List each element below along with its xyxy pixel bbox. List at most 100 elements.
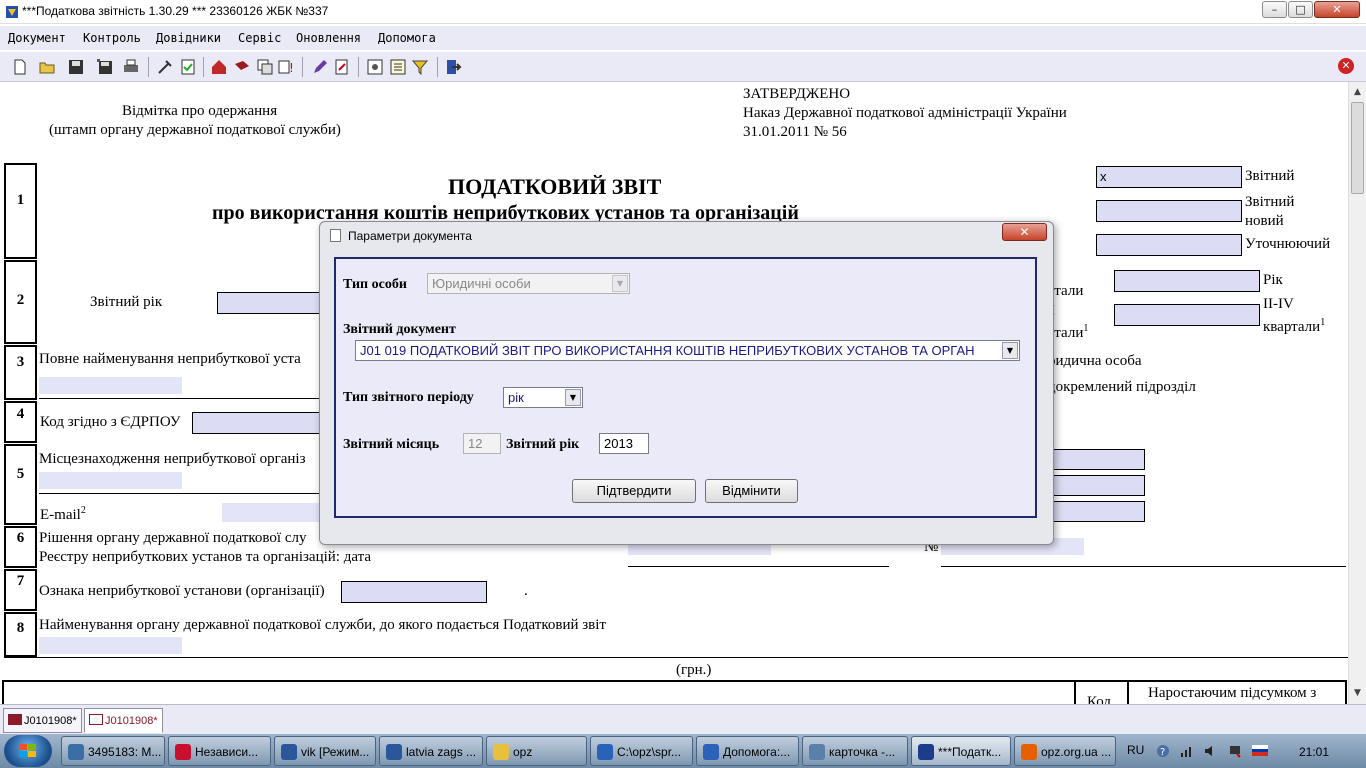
taskbar-item[interactable]: opz.org.ua ...: [1014, 736, 1116, 766]
taskbar-item[interactable]: opz: [486, 736, 587, 766]
scroll-up-icon[interactable]: ▲: [1349, 84, 1366, 101]
month-label: Звітний місяць: [343, 437, 440, 452]
month-field[interactable]: 12: [463, 433, 501, 454]
maximize-button[interactable]: □: [1288, 1, 1313, 18]
cancel-button[interactable]: Відмінити: [705, 479, 798, 503]
period-type-select[interactable]: рік ▼: [503, 387, 583, 408]
app-icon: [1021, 744, 1037, 760]
close-document-icon[interactable]: ✕: [1338, 58, 1354, 74]
save-all-icon[interactable]: [96, 58, 114, 76]
open-folder-icon[interactable]: [38, 58, 56, 76]
app-icon: [6, 6, 18, 18]
report-type-clarifying-label: Уточнюючий: [1245, 236, 1331, 252]
app-icon: [68, 744, 84, 760]
volume-icon[interactable]: [1204, 744, 1218, 758]
minimize-button[interactable]: –: [1262, 1, 1287, 18]
menu-control[interactable]: Контроль: [83, 31, 141, 45]
location-field[interactable]: [39, 472, 182, 489]
window-title-bar[interactable]: ***Податкова звітність 1.30.29 *** 23360…: [0, 0, 1366, 24]
taskbar-item-label: Допомога:...: [723, 745, 791, 759]
confirm-button[interactable]: Підтвердити: [572, 479, 696, 503]
scroll-down-icon[interactable]: ▼: [1349, 685, 1366, 702]
address-field-1[interactable]: [1052, 449, 1145, 470]
export-icon[interactable]: [333, 58, 351, 76]
person-type-label: Тип особи: [343, 277, 407, 292]
year-field[interactable]: [217, 292, 327, 314]
report-type-clarifying-field[interactable]: [1096, 234, 1242, 256]
taskbar-item[interactable]: ***Податк...: [911, 736, 1011, 766]
menu-document[interactable]: Документ: [8, 31, 66, 45]
report-doc-select[interactable]: J01 019 ПОДАТКОВИЙ ЗВІТ ПРО ВИКОРИСТАННЯ…: [355, 340, 1020, 361]
taskbar-item[interactable]: 3495183: M...: [61, 736, 165, 766]
filter-icon[interactable]: [411, 58, 429, 76]
menu-service[interactable]: Сервіс: [238, 31, 281, 45]
home-icon[interactable]: [210, 58, 228, 76]
taskbar-item[interactable]: latvia zags ...: [379, 736, 483, 766]
menu-help[interactable]: Допомога: [378, 31, 436, 45]
table-col-cumulative: Наростаючим підсумком з: [1148, 685, 1317, 701]
table-column-divider: [1074, 680, 1076, 704]
person-type-select[interactable]: Юридичні особи ▼: [427, 273, 630, 294]
divider: [39, 493, 321, 494]
doc-tab-1[interactable]: J0101908*: [3, 708, 82, 733]
start-button[interactable]: [4, 735, 52, 767]
dialog-year-field[interactable]: 2013: [599, 433, 649, 454]
alert-icon[interactable]: !: [277, 58, 295, 76]
tools-icon[interactable]: [156, 58, 174, 76]
new-doc-icon[interactable]: [11, 58, 29, 76]
report-title: ПОДАТКОВИЙ ЗВІТ: [448, 174, 662, 199]
book-icon[interactable]: [233, 58, 251, 76]
authority-field[interactable]: [39, 637, 182, 654]
taskbar-item[interactable]: Независи...: [168, 736, 271, 766]
taskbar-item-label: opz: [513, 745, 533, 759]
app-icon: [703, 744, 719, 760]
report-type-new-field[interactable]: [1096, 200, 1242, 222]
feature-label: Ознака неприбуткової установи (організац…: [39, 583, 325, 599]
close-window-button[interactable]: ✕: [1314, 1, 1360, 18]
language-indicator[interactable]: RU: [1127, 743, 1144, 757]
vertical-scrollbar[interactable]: ▲ ▼: [1348, 82, 1366, 704]
row-number-3: 3: [4, 345, 37, 400]
exit-icon[interactable]: [444, 58, 462, 76]
signal-icon[interactable]: [1180, 744, 1194, 758]
taskbar-item-label: ***Податк...: [938, 745, 1002, 759]
book-icon: [8, 714, 22, 725]
menu-updates[interactable]: Оновлення: [296, 31, 361, 45]
taskbar-item[interactable]: карточка -...: [802, 736, 908, 766]
check-doc-icon[interactable]: [179, 58, 197, 76]
copy-icon[interactable]: [256, 58, 274, 76]
full-name-field[interactable]: [39, 377, 182, 394]
location-label: Місцезнаходження неприбуткової організ: [39, 451, 306, 467]
stamp-sublabel: (штамп органу державної податкової служб…: [49, 122, 341, 138]
list-icon[interactable]: [389, 58, 407, 76]
period-year-field[interactable]: [1114, 270, 1260, 292]
menu-directories[interactable]: Довідники: [156, 31, 221, 45]
print-icon[interactable]: [122, 58, 140, 76]
divider: [941, 566, 1346, 567]
settings-icon[interactable]: [366, 58, 384, 76]
save-icon[interactable]: [67, 58, 85, 76]
feature-field[interactable]: [341, 581, 487, 603]
taskbar-item[interactable]: C:\opz\spr...: [590, 736, 693, 766]
edrpou-field[interactable]: [192, 412, 324, 434]
email-field[interactable]: [222, 503, 322, 522]
period-quarters-field[interactable]: [1114, 304, 1260, 326]
doc-tab-2[interactable]: J0101908*: [84, 708, 163, 733]
address-field-2[interactable]: [1052, 475, 1145, 496]
taskbar-item[interactable]: vik [Режим...: [274, 736, 376, 766]
divider: [628, 566, 889, 567]
period-type-label: Тип звітного періоду: [343, 390, 474, 405]
help-icon[interactable]: ?: [1156, 744, 1170, 758]
pen-icon[interactable]: [311, 58, 329, 76]
flag-icon[interactable]: [1252, 745, 1268, 756]
network-icon[interactable]: [1228, 744, 1242, 758]
scroll-thumb[interactable]: [1351, 102, 1364, 194]
clock[interactable]: 21:01: [1299, 745, 1329, 759]
report-type-new-label-2: новий: [1245, 213, 1284, 229]
dialog-close-button[interactable]: ✕: [1002, 223, 1047, 241]
edrpou-label: Код згідно з ЄДРПОУ: [40, 414, 181, 430]
row-number-7: 7: [4, 569, 37, 611]
address-field-3[interactable]: [1052, 501, 1145, 522]
taskbar-item[interactable]: Допомога:...: [696, 736, 799, 766]
report-type-regular-field[interactable]: х: [1096, 166, 1242, 188]
